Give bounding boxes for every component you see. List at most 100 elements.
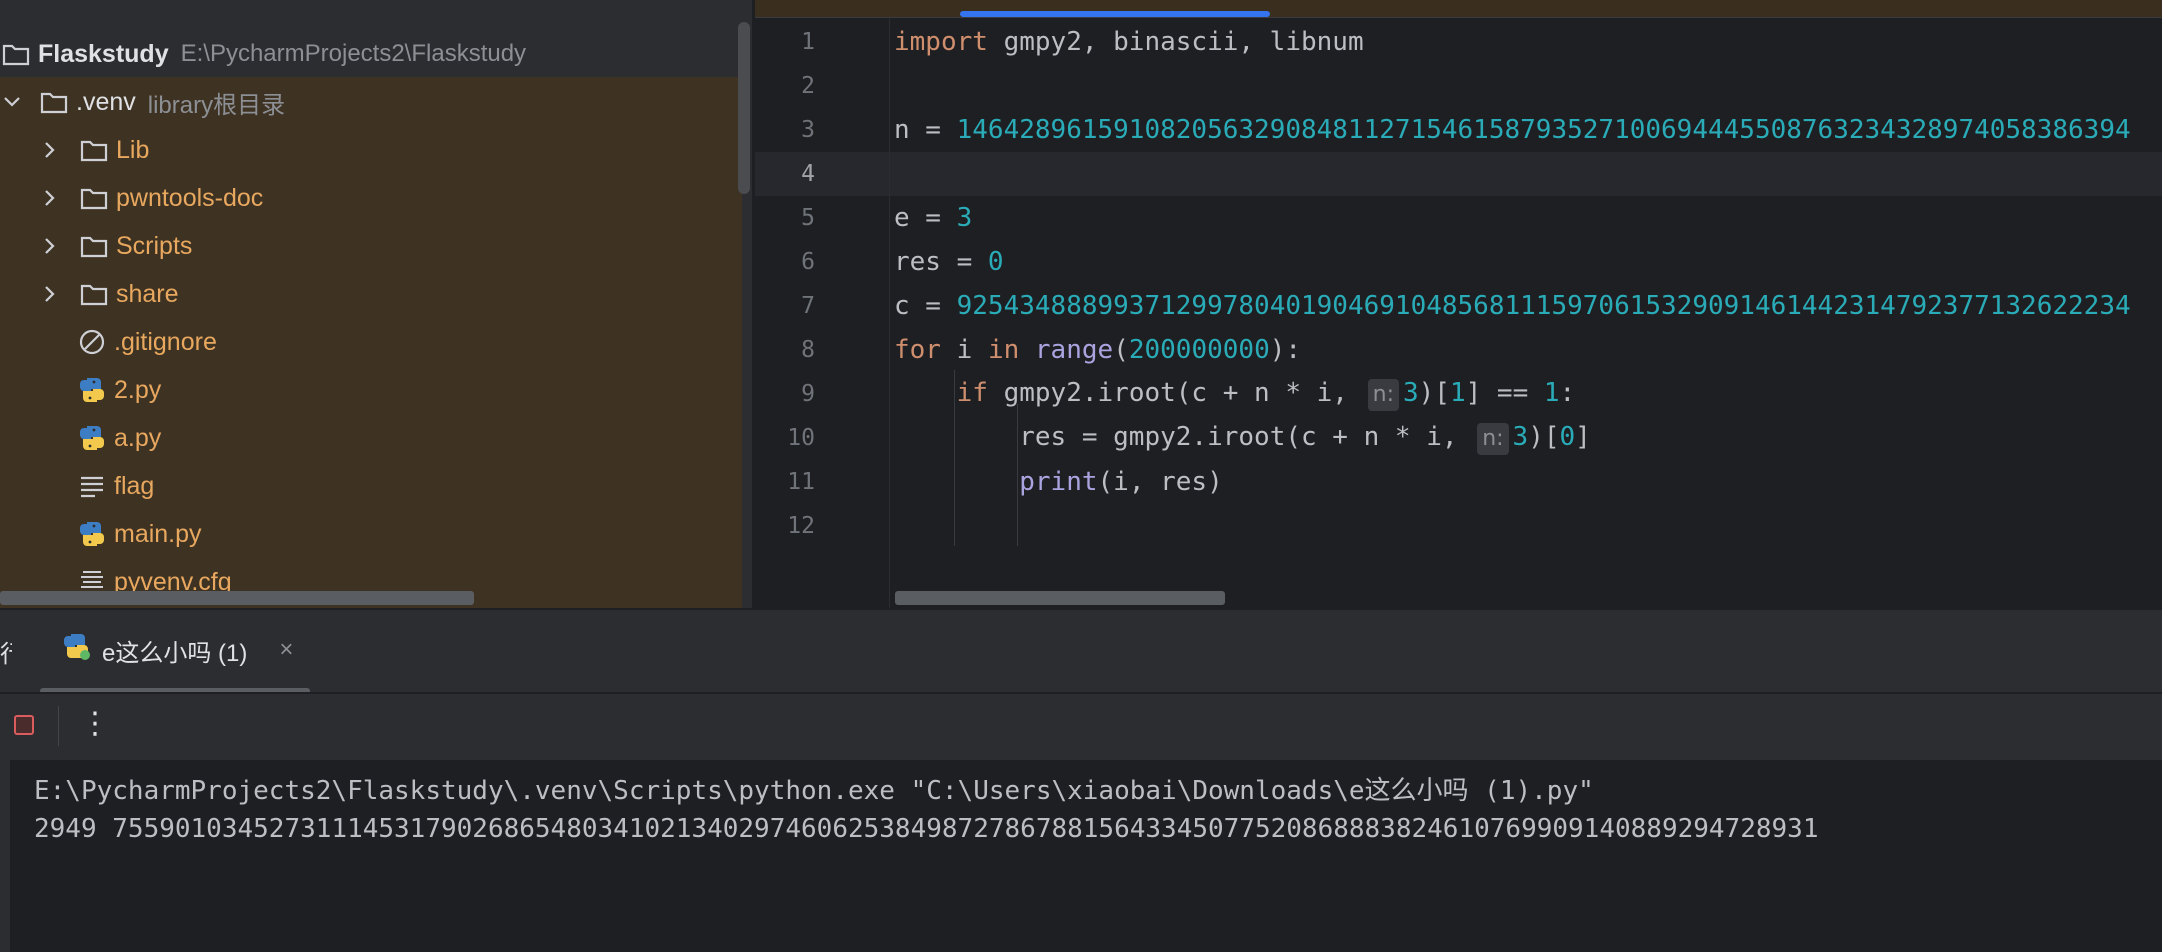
- code-line: 2: [755, 64, 2162, 108]
- tree-item-venv[interactable]: .venv library根目录: [0, 78, 740, 126]
- code-text: for i in range(200000000):: [894, 335, 1302, 365]
- line-number: 12: [787, 513, 815, 539]
- line-number: 7: [801, 293, 815, 319]
- tree-item-pwntools-doc[interactable]: pwntools-doc: [0, 174, 740, 222]
- python-file-icon: [76, 422, 108, 454]
- tree-item-apy[interactable]: a.py: [0, 414, 740, 462]
- run-tab-label: e这么小吗 (1): [102, 639, 248, 667]
- line-number: 5: [801, 205, 815, 231]
- folder-icon: [78, 134, 110, 166]
- code-text: n = 146428961591082056329084811271546158…: [894, 115, 2131, 145]
- indent-guide: [1017, 404, 1018, 546]
- line-number: 6: [801, 249, 815, 275]
- python-file-icon: [76, 518, 108, 550]
- project-tool-window: Flaskstudy E:\PycharmProjects2\Flaskstud…: [0, 0, 754, 608]
- code-line: 7 c = 9254348889937129978040190469104856…: [755, 284, 2162, 328]
- python-run-icon: [62, 632, 92, 669]
- code-text: print(i, res): [1019, 467, 1223, 497]
- venv-name: .venv: [76, 87, 136, 116]
- line-number: 9: [801, 381, 815, 407]
- code-line: 9 if gmpy2.iroot(c + n * i, n: 3)[1] == 1…: [755, 372, 2162, 416]
- folder-icon: [78, 230, 110, 262]
- folder-icon: [78, 278, 110, 310]
- run-toolbar: ⋮: [0, 694, 2162, 760]
- folder-icon: [38, 86, 70, 118]
- run-tab[interactable]: e这么小吗 (1) ×: [62, 630, 293, 670]
- code-line: 10 res = gmpy2.iroot(c + n * i, n: 3)[0]: [755, 416, 2162, 460]
- tree-item-label: 2.py: [114, 375, 162, 404]
- tree-item-label: a.py: [114, 423, 162, 452]
- root-folder-name: Flaskstudy: [38, 39, 169, 68]
- gutter-separator: [889, 18, 890, 608]
- chevron-right-icon[interactable]: [38, 138, 62, 162]
- code-line: 11 print(i, res): [755, 460, 2162, 504]
- tree-item-mainpy[interactable]: main.py: [0, 510, 740, 558]
- code-text: if gmpy2.iroot(c + n * i, n: 3)[1] == 1:: [894, 378, 1575, 411]
- line-number: 1: [801, 29, 815, 55]
- line-number: 10: [787, 425, 815, 451]
- folder-icon: [0, 38, 32, 70]
- chevron-right-icon[interactable]: [38, 186, 62, 210]
- editor-horizontal-scrollbar[interactable]: [895, 591, 1225, 605]
- tree-item-label: pwntools-doc: [116, 183, 264, 212]
- run-window-title: 行: [0, 634, 12, 669]
- tree-item-label: Lib: [116, 135, 150, 164]
- close-icon[interactable]: ×: [279, 636, 293, 664]
- chevron-right-icon[interactable]: [38, 282, 62, 306]
- code-text: import gmpy2, binascii, libnum: [894, 27, 1364, 57]
- code-line: 1 import gmpy2, binascii, libnum: [755, 20, 2162, 64]
- tree-item-lib[interactable]: Lib: [0, 126, 740, 174]
- tree-root-flaskstudy[interactable]: Flaskstudy E:\PycharmProjects2\Flaskstud…: [0, 30, 740, 78]
- indent-guide: [954, 370, 955, 546]
- tree-item-2py[interactable]: 2.py: [0, 366, 740, 414]
- code-text: res = 0: [894, 247, 1004, 277]
- stop-button[interactable]: [14, 715, 34, 735]
- run-tool-window: 行 e这么小吗 (1) × ⋮ E:\PycharmProjects2\Flas…: [0, 608, 2162, 952]
- tree-horizontal-scrollbar[interactable]: [0, 591, 474, 605]
- console-output-line: 2949 75590103452731114531790268654803410…: [34, 814, 1819, 844]
- tree-item-gitignore[interactable]: .gitignore: [0, 318, 740, 366]
- line-number: 4: [801, 161, 815, 187]
- tree-item-share[interactable]: share: [0, 270, 740, 318]
- tree-item-label: .gitignore: [114, 327, 217, 356]
- root-folder-path: E:\PycharmProjects2\Flaskstudy: [180, 40, 527, 67]
- code-text: e = 3: [894, 203, 973, 233]
- tree-vertical-scrollbar[interactable]: [738, 22, 750, 194]
- line-number: 3: [801, 117, 815, 143]
- more-options-button[interactable]: ⋮: [80, 704, 110, 744]
- tree-item-scripts[interactable]: Scripts: [0, 222, 740, 270]
- line-number: 2: [801, 73, 815, 99]
- code-line: 12: [755, 504, 2162, 548]
- parameter-hint: n:: [1477, 422, 1509, 455]
- code-line: 3 n = 1464289615910820563290848112715461…: [755, 108, 2162, 152]
- code-line: 6 res = 0: [755, 240, 2162, 284]
- panel-divider[interactable]: [752, 0, 754, 608]
- code-line: 8 for i in range(200000000):: [755, 328, 2162, 372]
- console-command-line: E:\PycharmProjects2\Flaskstudy\.venv\Scr…: [34, 776, 1594, 806]
- tree-item-flag[interactable]: flag: [0, 462, 740, 510]
- parameter-hint: n:: [1367, 378, 1399, 411]
- code-text: res = gmpy2.iroot(c + n * i, n: 3)[0]: [894, 422, 1591, 455]
- toolbar-separator: [58, 706, 59, 746]
- code-editor[interactable]: 1 import gmpy2, binascii, libnum 2 3 n =…: [755, 0, 2162, 608]
- line-number: 11: [787, 469, 815, 495]
- venv-hint: library根目录: [147, 91, 286, 119]
- tree-item-label: flag: [114, 471, 155, 500]
- text-file-icon: [76, 470, 108, 502]
- run-tab-bar: 行 e这么小吗 (1) ×: [0, 610, 2162, 694]
- code-text: c = 925434888993712997804019046910485681…: [894, 291, 2131, 321]
- run-console[interactable]: E:\PycharmProjects2\Flaskstudy\.venv\Scr…: [10, 760, 2162, 952]
- line-number: 8: [801, 337, 815, 363]
- tree-top-bar: [0, 0, 740, 22]
- editor-top-border: [755, 17, 2162, 18]
- tree-item-label: Scripts: [116, 231, 193, 260]
- current-code-line: 4: [755, 152, 2162, 196]
- chevron-down-icon[interactable]: [0, 90, 24, 114]
- chevron-right-icon[interactable]: [38, 234, 62, 258]
- ignore-file-icon: [76, 326, 108, 358]
- python-file-icon: [76, 374, 108, 406]
- code-line: 5 e = 3: [755, 196, 2162, 240]
- tree-item-label: share: [116, 279, 179, 308]
- folder-icon: [78, 182, 110, 214]
- tree-item-label: main.py: [114, 519, 202, 548]
